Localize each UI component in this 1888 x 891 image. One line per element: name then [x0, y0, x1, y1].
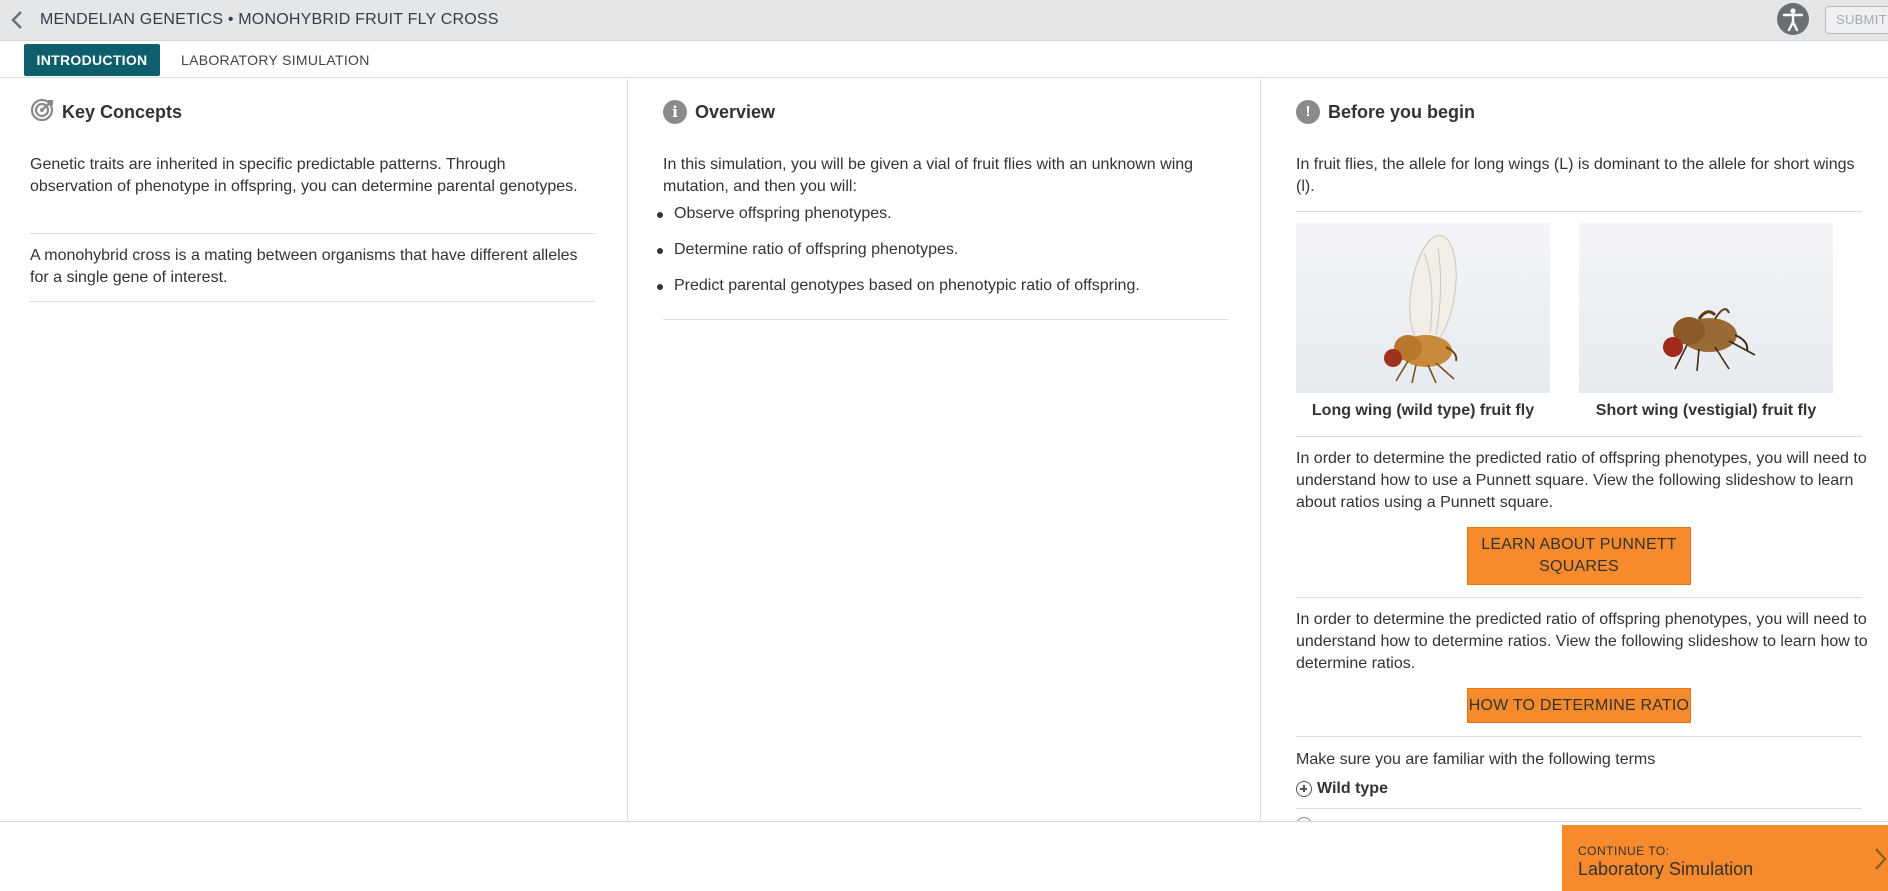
tab-laboratory-simulation[interactable]: LABORATORY SIMULATION [181, 44, 370, 76]
list-item: Predict parental genotypes based on phen… [657, 275, 1140, 311]
before-intro: In fruit flies, the allele for long wing… [1296, 156, 1855, 195]
footer-bar: CONTINUE TO: Laboratory Simulation [0, 821, 1888, 891]
learn-punnett-squares-button[interactable]: LEARN ABOUT PUNNETT SQUARES [1467, 527, 1691, 585]
key-concept-paragraph: A monohybrid cross is a mating between o… [30, 247, 578, 286]
info-icon: i [663, 100, 687, 124]
key-concepts-header: Key Concepts [30, 98, 183, 127]
punnett-text: In order to determine the predicted rati… [1296, 450, 1867, 511]
short-wing-caption: Short wing (vestigial) fruit fly [1595, 402, 1817, 419]
tab-bar: INTRODUCTION LABORATORY SIMULATION [0, 41, 1888, 78]
tab-introduction[interactable]: INTRODUCTION [24, 44, 160, 76]
alert-icon: ! [1296, 100, 1320, 124]
continue-destination: Laboratory Simulation [1578, 859, 1754, 879]
overview-heading: Overview [695, 101, 776, 122]
overview-panel: i Overview In this simulation, you will … [629, 79, 1261, 821]
accessibility-icon[interactable] [1777, 3, 1809, 35]
short-wing-fly-image [1579, 223, 1833, 393]
list-item: Observe offspring phenotypes. [657, 203, 1140, 239]
chevron-right-icon [1873, 847, 1887, 871]
before-you-begin-heading: Before you begin [1328, 101, 1476, 122]
overview-header: i Overview [663, 99, 775, 125]
overview-intro: In this simulation, you will be given a … [663, 156, 1194, 195]
target-icon [30, 98, 54, 127]
how-to-determine-ratio-button[interactable]: HOW TO DETERMINE RATIO [1467, 688, 1691, 723]
key-concepts-panel: Key Concepts Genetic traits are inherite… [0, 79, 628, 821]
long-wing-caption: Long wing (wild type) fruit fly [1311, 402, 1535, 419]
terms-intro: Make sure you are familiar with the foll… [1296, 751, 1656, 768]
long-wing-fly-image [1296, 223, 1550, 393]
ratio-text: In order to determine the predicted rati… [1296, 611, 1868, 672]
continue-button[interactable]: CONTINUE TO: Laboratory Simulation [1562, 825, 1888, 891]
list-item: Determine ratio of offspring phenotypes. [657, 239, 1140, 275]
submit-button[interactable]: SUBMIT [1825, 6, 1888, 34]
divider [1296, 211, 1862, 212]
term-label: Wild type [1317, 780, 1388, 797]
overview-list: Observe offspring phenotypes. Determine … [657, 203, 1140, 311]
term-wild-type[interactable]: Wild type [1296, 780, 1388, 798]
divider [1296, 736, 1862, 737]
divider [663, 319, 1228, 320]
divider [30, 233, 595, 234]
divider [1296, 808, 1862, 809]
divider [30, 301, 595, 302]
top-bar: MENDELIAN GENETICS • MONOHYBRID FRUIT FL… [0, 0, 1888, 41]
app-title: MENDELIAN GENETICS • MONOHYBRID FRUIT FL… [40, 11, 499, 28]
key-concepts-heading: Key Concepts [62, 101, 183, 122]
before-you-begin-header: ! Before you begin [1296, 99, 1475, 125]
before-you-begin-panel: ! Before you begin In fruit flies, the a… [1262, 79, 1888, 821]
back-chevron-icon[interactable] [7, 8, 29, 32]
divider [1296, 436, 1862, 437]
key-concept-paragraph: Genetic traits are inherited in specific… [30, 156, 578, 195]
continue-kicker: CONTINUE TO: [1578, 844, 1670, 858]
divider [1296, 597, 1862, 598]
expand-plus-icon [1296, 781, 1312, 797]
